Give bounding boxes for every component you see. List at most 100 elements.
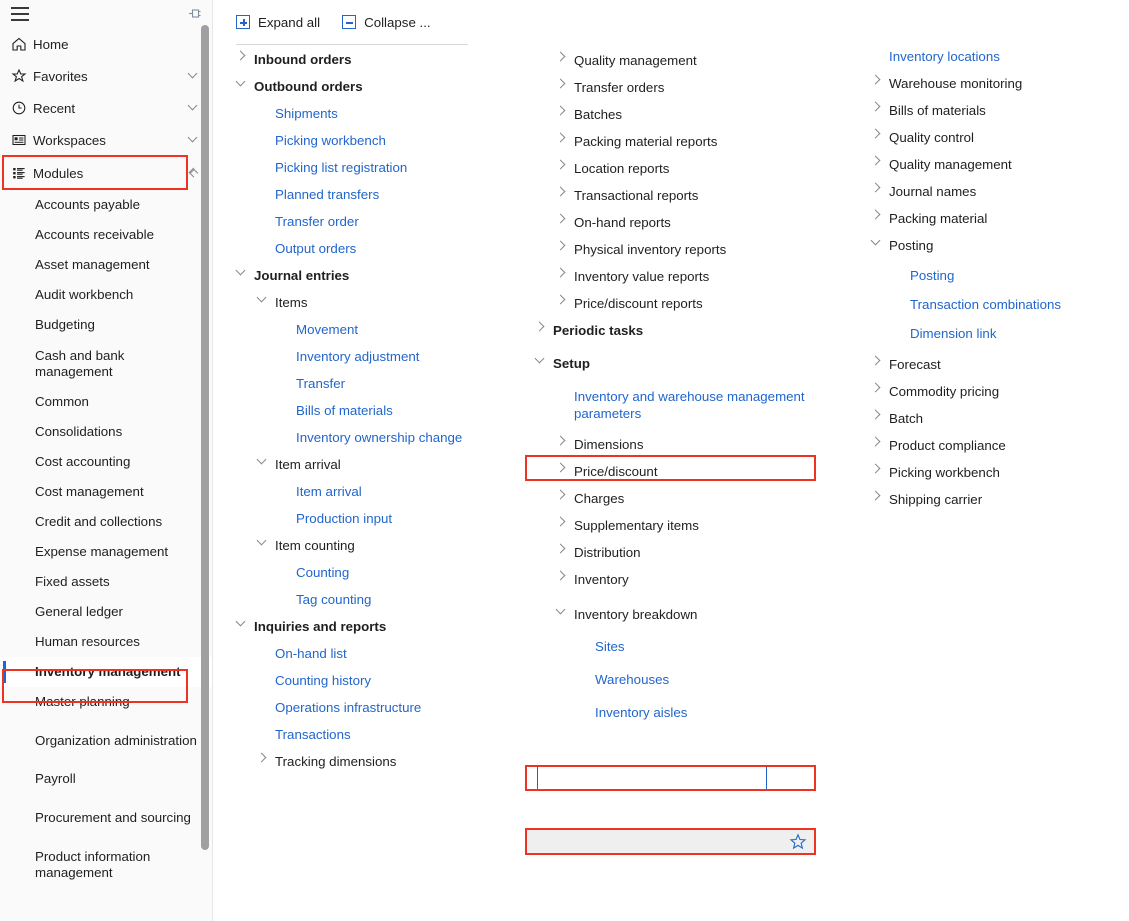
chevron-right-icon[interactable] (871, 102, 889, 112)
module-item-inventory-management[interactable]: Inventory management (0, 657, 212, 687)
menu-link-counting[interactable]: Counting (278, 559, 536, 586)
menu-subgroup-batch[interactable]: Batch (871, 405, 1129, 432)
module-item-common[interactable]: Common (0, 387, 212, 417)
module-item-human-resources[interactable]: Human resources (0, 627, 212, 657)
chevron-right-icon[interactable] (556, 517, 574, 527)
chevron-down-icon[interactable] (257, 294, 275, 304)
menu-subgroup-location-reports[interactable]: Location reports (556, 155, 840, 182)
pin-icon[interactable] (186, 6, 202, 22)
menu-subgroup-batches[interactable]: Batches (556, 101, 840, 128)
chevron-right-icon[interactable] (535, 322, 553, 332)
menu-link-tag-counting[interactable]: Tag counting (278, 586, 536, 613)
menu-subgroup-supplementary-items[interactable]: Supplementary items (556, 512, 840, 539)
module-item-product-information-management[interactable]: Product information management (0, 841, 212, 888)
menu-link-transaction-combinations[interactable]: Transaction combinations (892, 291, 1129, 318)
menu-link-counting-history[interactable]: Counting history (257, 667, 536, 694)
menu-link-on-hand-list[interactable]: On-hand list (257, 640, 536, 667)
menu-link-operations-infrastructure[interactable]: Operations infrastructure (257, 694, 536, 721)
menu-subgroup-warehouse-monitoring[interactable]: Warehouse monitoring (871, 70, 1129, 97)
menu-link-picking-workbench[interactable]: Picking workbench (257, 127, 536, 154)
module-item-accounts-payable[interactable]: Accounts payable (0, 190, 212, 220)
menu-subgroup-price-discount-reports[interactable]: Price/discount reports (556, 290, 840, 317)
chevron-right-icon[interactable] (556, 160, 574, 170)
chevron-right-icon[interactable] (871, 437, 889, 447)
chevron-right-icon[interactable] (871, 129, 889, 139)
chevron-right-icon[interactable] (871, 410, 889, 420)
chevron-right-icon[interactable] (871, 464, 889, 474)
menu-subgroup-items[interactable]: Items (257, 289, 536, 316)
menu-link-transfer[interactable]: Transfer (278, 370, 536, 397)
menu-link-warehouses[interactable]: Warehouses (577, 666, 840, 693)
module-item-cost-management[interactable]: Cost management (0, 477, 212, 507)
module-item-organization-administration[interactable]: Organization administration (0, 717, 212, 764)
menu-link-planned-transfers[interactable]: Planned transfers (257, 181, 536, 208)
menu-subgroup-product-compliance[interactable]: Product compliance (871, 432, 1129, 459)
chevron-right-icon[interactable] (556, 571, 574, 581)
chevron-right-icon[interactable] (871, 491, 889, 501)
nav-scrollbar-thumb[interactable] (201, 25, 209, 850)
chevron-right-icon[interactable] (257, 753, 275, 763)
menu-subgroup-quality-management[interactable]: Quality management (871, 151, 1129, 178)
menu-subgroup-picking-workbench[interactable]: Picking workbench (871, 459, 1129, 486)
nav-item-recent[interactable]: Recent (0, 92, 212, 124)
menu-subgroup-dimensions[interactable]: Dimensions (556, 431, 840, 458)
chevron-up-icon[interactable] (188, 167, 199, 180)
module-item-fixed-assets[interactable]: Fixed assets (0, 567, 212, 597)
menu-subgroup-quality-control[interactable]: Quality control (871, 124, 1129, 151)
menu-subgroup-price-discount[interactable]: Price/discount (556, 458, 840, 485)
menu-subgroup-physical-inventory-reports[interactable]: Physical inventory reports (556, 236, 840, 263)
chevron-right-icon[interactable] (871, 183, 889, 193)
module-item-cash-and-bank-management[interactable]: Cash and bank management (0, 340, 212, 387)
menu-subgroup-on-hand-reports[interactable]: On-hand reports (556, 209, 840, 236)
menu-link-production-input[interactable]: Production input (278, 505, 536, 532)
chevron-right-icon[interactable] (556, 463, 574, 473)
menu-subgroup-journal-names[interactable]: Journal names (871, 178, 1129, 205)
module-item-expense-management[interactable]: Expense management (0, 537, 212, 567)
module-item-asset-management[interactable]: Asset management (0, 250, 212, 280)
menu-link-inventory-ownership-change[interactable]: Inventory ownership change (278, 424, 536, 451)
chevron-right-icon[interactable] (556, 490, 574, 500)
chevron-right-icon[interactable] (556, 52, 574, 62)
chevron-right-icon[interactable] (556, 295, 574, 305)
chevron-right-icon[interactable] (556, 436, 574, 446)
menu-link-inventory-aisles[interactable]: Inventory aisles (577, 699, 840, 726)
menu-subgroup-charges[interactable]: Charges (556, 485, 840, 512)
chevron-right-icon[interactable] (871, 356, 889, 366)
chevron-right-icon[interactable] (556, 133, 574, 143)
menu-subgroup-quality-management[interactable]: Quality management (556, 47, 840, 74)
chevron-down-icon[interactable] (236, 267, 254, 277)
chevron-right-icon[interactable] (556, 241, 574, 251)
menu-group-inquiries-and-reports[interactable]: Inquiries and reports (236, 613, 536, 640)
chevron-right-icon[interactable] (871, 75, 889, 85)
menu-link-posting[interactable]: Posting (892, 262, 1129, 289)
menu-subgroup-inventory-value-reports[interactable]: Inventory value reports (556, 263, 840, 290)
menu-group-journal-entries[interactable]: Journal entries (236, 262, 536, 289)
menu-subgroup-commodity-pricing[interactable]: Commodity pricing (871, 378, 1129, 405)
menu-subgroup-forecast[interactable]: Forecast (871, 351, 1129, 378)
menu-group-inbound-orders[interactable]: Inbound orders (236, 46, 536, 73)
nav-item-home[interactable]: Home (0, 28, 212, 60)
chevron-right-icon[interactable] (556, 268, 574, 278)
menu-subgroup-inventory-breakdown[interactable]: Inventory breakdown (556, 601, 840, 628)
menu-link-shipments[interactable]: Shipments (257, 100, 536, 127)
chevron-right-icon[interactable] (556, 106, 574, 116)
menu-subgroup-inventory[interactable]: Inventory (556, 566, 840, 593)
chevron-down-icon[interactable] (556, 606, 574, 616)
menu-link-output-orders[interactable]: Output orders (257, 235, 536, 262)
menu-link-bills-of-materials[interactable]: Bills of materials (278, 397, 536, 424)
nav-item-workspaces[interactable]: Workspaces (0, 124, 212, 156)
menu-link-inventory-locations[interactable]: Inventory locations (871, 43, 1129, 70)
chevron-right-icon[interactable] (556, 214, 574, 224)
menu-subgroup-distribution[interactable]: Distribution (556, 539, 840, 566)
module-item-credit-and-collections[interactable]: Credit and collections (0, 507, 212, 537)
nav-item-modules[interactable]: Modules (0, 156, 212, 190)
module-item-general-ledger[interactable]: General ledger (0, 597, 212, 627)
chevron-down-icon[interactable] (257, 537, 275, 547)
menu-link-item-arrival[interactable]: Item arrival (278, 478, 536, 505)
menu-link-dimension-link[interactable]: Dimension link (892, 320, 1129, 347)
hamburger-icon[interactable] (11, 7, 29, 21)
menu-link-transactions[interactable]: Transactions (257, 721, 536, 748)
chevron-right-icon[interactable] (236, 51, 254, 61)
menu-group-periodic-tasks[interactable]: Periodic tasks (535, 317, 840, 344)
star-outline-icon[interactable] (789, 833, 807, 851)
